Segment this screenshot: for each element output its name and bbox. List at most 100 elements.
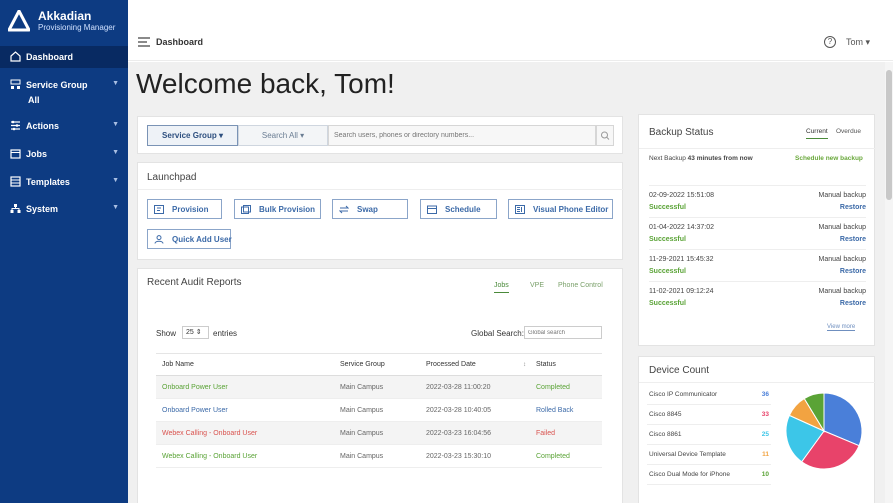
- swap-button[interactable]: Swap: [332, 199, 408, 219]
- tab-overdue[interactable]: Overdue: [836, 128, 861, 135]
- search-scope-dropdown[interactable]: Search All ▾: [238, 125, 328, 146]
- service-group-cell: Main Campus: [334, 444, 420, 468]
- column-header-processed-date[interactable]: Processed Date ↕: [420, 353, 530, 376]
- visual-phone-editor-button[interactable]: Visual Phone Editor: [508, 199, 613, 219]
- device-name: Cisco 8845: [649, 411, 682, 418]
- device-count-value: 10: [761, 471, 769, 478]
- sort-icon[interactable]: ↕: [523, 362, 526, 368]
- column-header-status[interactable]: Status: [530, 353, 602, 376]
- sidebar-item-jobs[interactable]: Jobs ▼: [0, 143, 128, 165]
- status-cell: Failed: [530, 421, 602, 445]
- brand[interactable]: Akkadian Provisioning Manager: [8, 8, 126, 36]
- table-row[interactable]: Webex Calling - Onboard User Main Campus 2…: [156, 421, 602, 445]
- processed-date-cell: 2022-03-23 15:30:10: [420, 444, 530, 468]
- scrollbar-thumb[interactable]: [886, 70, 892, 200]
- help-icon[interactable]: ?: [824, 36, 836, 48]
- device-count-pie-chart: [785, 392, 863, 470]
- sidebar-item-dashboard[interactable]: Dashboard: [0, 46, 128, 68]
- restore-link[interactable]: Restore: [840, 204, 866, 211]
- backup-entry: 11-02-2021 09:12:24 Manual backup Successf…: [649, 281, 866, 311]
- quick-add-user-button[interactable]: Quick Add User: [147, 229, 232, 249]
- sidebar-subitem-all[interactable]: All: [28, 95, 40, 105]
- page-title: Welcome back, Tom!: [136, 68, 395, 99]
- view-more-link[interactable]: View more: [827, 324, 856, 331]
- device-name: Universal Device Template: [649, 451, 726, 458]
- bulk-provision-icon: [241, 205, 251, 214]
- service-group-cell: Main Campus: [334, 375, 420, 399]
- device-count-card: Device Count Cisco IP Communicator 36 Cisc…: [638, 356, 876, 503]
- tab-vpe[interactable]: VPE: [530, 282, 544, 289]
- next-backup-text: Next Backup 43 minutes from now: [649, 155, 753, 162]
- global-search-input[interactable]: [524, 326, 602, 339]
- recent-audit-reports-card: Recent Audit Reports Jobs VPE Phone Cont…: [137, 268, 623, 503]
- user-icon: [154, 235, 164, 244]
- column-header-service-group[interactable]: Service Group: [334, 353, 420, 376]
- button-label: Bulk Provision: [259, 205, 316, 214]
- service-group-cell: Main Campus: [334, 421, 420, 445]
- backup-result: Successful: [649, 268, 686, 275]
- sidebar-item-service-group[interactable]: Service Group ▼: [0, 74, 128, 96]
- sitemap-icon: [10, 79, 21, 89]
- device-count-value: 11: [762, 451, 769, 458]
- app-name: Akkadian: [38, 9, 92, 23]
- next-backup-value: 43 minutes from now: [687, 155, 753, 162]
- table-row[interactable]: Onboard Power User Main Campus 2022-03-28 …: [156, 398, 602, 422]
- schedule-button[interactable]: Schedule: [420, 199, 497, 219]
- show-label: Show: [156, 329, 177, 338]
- launchpad-title: Launchpad: [147, 172, 197, 183]
- job-name-cell[interactable]: Onboard Power User: [156, 398, 334, 422]
- network-icon: [10, 204, 21, 213]
- backup-entry: 01-04-2022 14:37:02 Manual backup Successf…: [649, 217, 866, 247]
- restore-link[interactable]: Restore: [840, 300, 866, 307]
- hamburger-menu-icon[interactable]: [138, 37, 150, 47]
- status-cell: Rolled Back: [530, 398, 602, 422]
- search-button[interactable]: [596, 125, 614, 146]
- user-menu[interactable]: Tom ▾: [846, 37, 870, 48]
- table-row[interactable]: Webex Calling - Onboard User Main Campus 2…: [156, 444, 602, 468]
- sidebar-item-label: Service Group: [26, 80, 88, 90]
- schedule-new-backup-link[interactable]: Schedule new backup: [795, 155, 863, 162]
- home-icon: [10, 51, 21, 62]
- device-count-value: 33: [761, 411, 769, 418]
- page-breadcrumb-title: Dashboard: [156, 37, 204, 47]
- restore-link[interactable]: Restore: [840, 236, 866, 243]
- tab-phone-control[interactable]: Phone Control: [558, 282, 603, 289]
- search-input[interactable]: [328, 125, 596, 146]
- tab-current[interactable]: Current: [806, 128, 828, 139]
- sliders-icon: [11, 120, 20, 131]
- chevron-down-icon: ▼: [112, 80, 119, 87]
- button-label: Quick Add User: [172, 235, 232, 244]
- akkadian-logo-icon: [8, 10, 30, 32]
- backup-type: Manual backup: [818, 256, 866, 263]
- service-group-dropdown[interactable]: Service Group ▾: [147, 125, 238, 146]
- sidebar-item-label: Dashboard: [26, 52, 74, 62]
- restore-link[interactable]: Restore: [840, 268, 866, 275]
- table-row[interactable]: Onboard Power User Main Campus 2022-03-28 …: [156, 375, 602, 399]
- sidebar-item-label: Templates: [26, 177, 70, 187]
- column-header-job-name[interactable]: Job Name: [156, 353, 334, 376]
- column-label: Processed Date: [426, 361, 476, 368]
- bulk-provision-button[interactable]: Bulk Provision: [234, 199, 321, 219]
- backup-date: 11-29-2021 15:45:32: [649, 256, 714, 263]
- sidebar-item-system[interactable]: System ▼: [0, 198, 128, 220]
- swap-icon: [339, 205, 349, 214]
- job-name-cell[interactable]: Webex Calling - Onboard User: [156, 444, 334, 468]
- app-subtitle: Provisioning Manager: [38, 23, 116, 32]
- job-name-cell[interactable]: Onboard Power User: [156, 375, 334, 399]
- job-name-cell[interactable]: Webex Calling - Onboard User: [156, 421, 334, 445]
- device-name: Cisco IP Communicator: [649, 391, 718, 398]
- processed-date-cell: 2022-03-28 10:40:05: [420, 398, 530, 422]
- calendar-icon: [10, 149, 21, 159]
- processed-date-cell: 2022-03-23 16:04:56: [420, 421, 530, 445]
- provision-button[interactable]: Provision: [147, 199, 222, 219]
- button-label: Schedule: [445, 205, 481, 214]
- top-header: Dashboard ? Tom ▾: [128, 25, 893, 61]
- backup-type: Manual backup: [818, 192, 866, 199]
- entries-select[interactable]: 25 ⇕: [182, 326, 209, 339]
- sidebar-item-templates[interactable]: Templates ▼: [0, 171, 128, 193]
- tab-jobs[interactable]: Jobs: [494, 282, 509, 293]
- backup-type: Manual backup: [818, 288, 866, 295]
- sidebar-item-actions[interactable]: Actions ▼: [0, 115, 128, 137]
- service-group-cell: Main Campus: [334, 398, 420, 422]
- backup-date: 02-09-2022 15:51:08: [649, 192, 714, 199]
